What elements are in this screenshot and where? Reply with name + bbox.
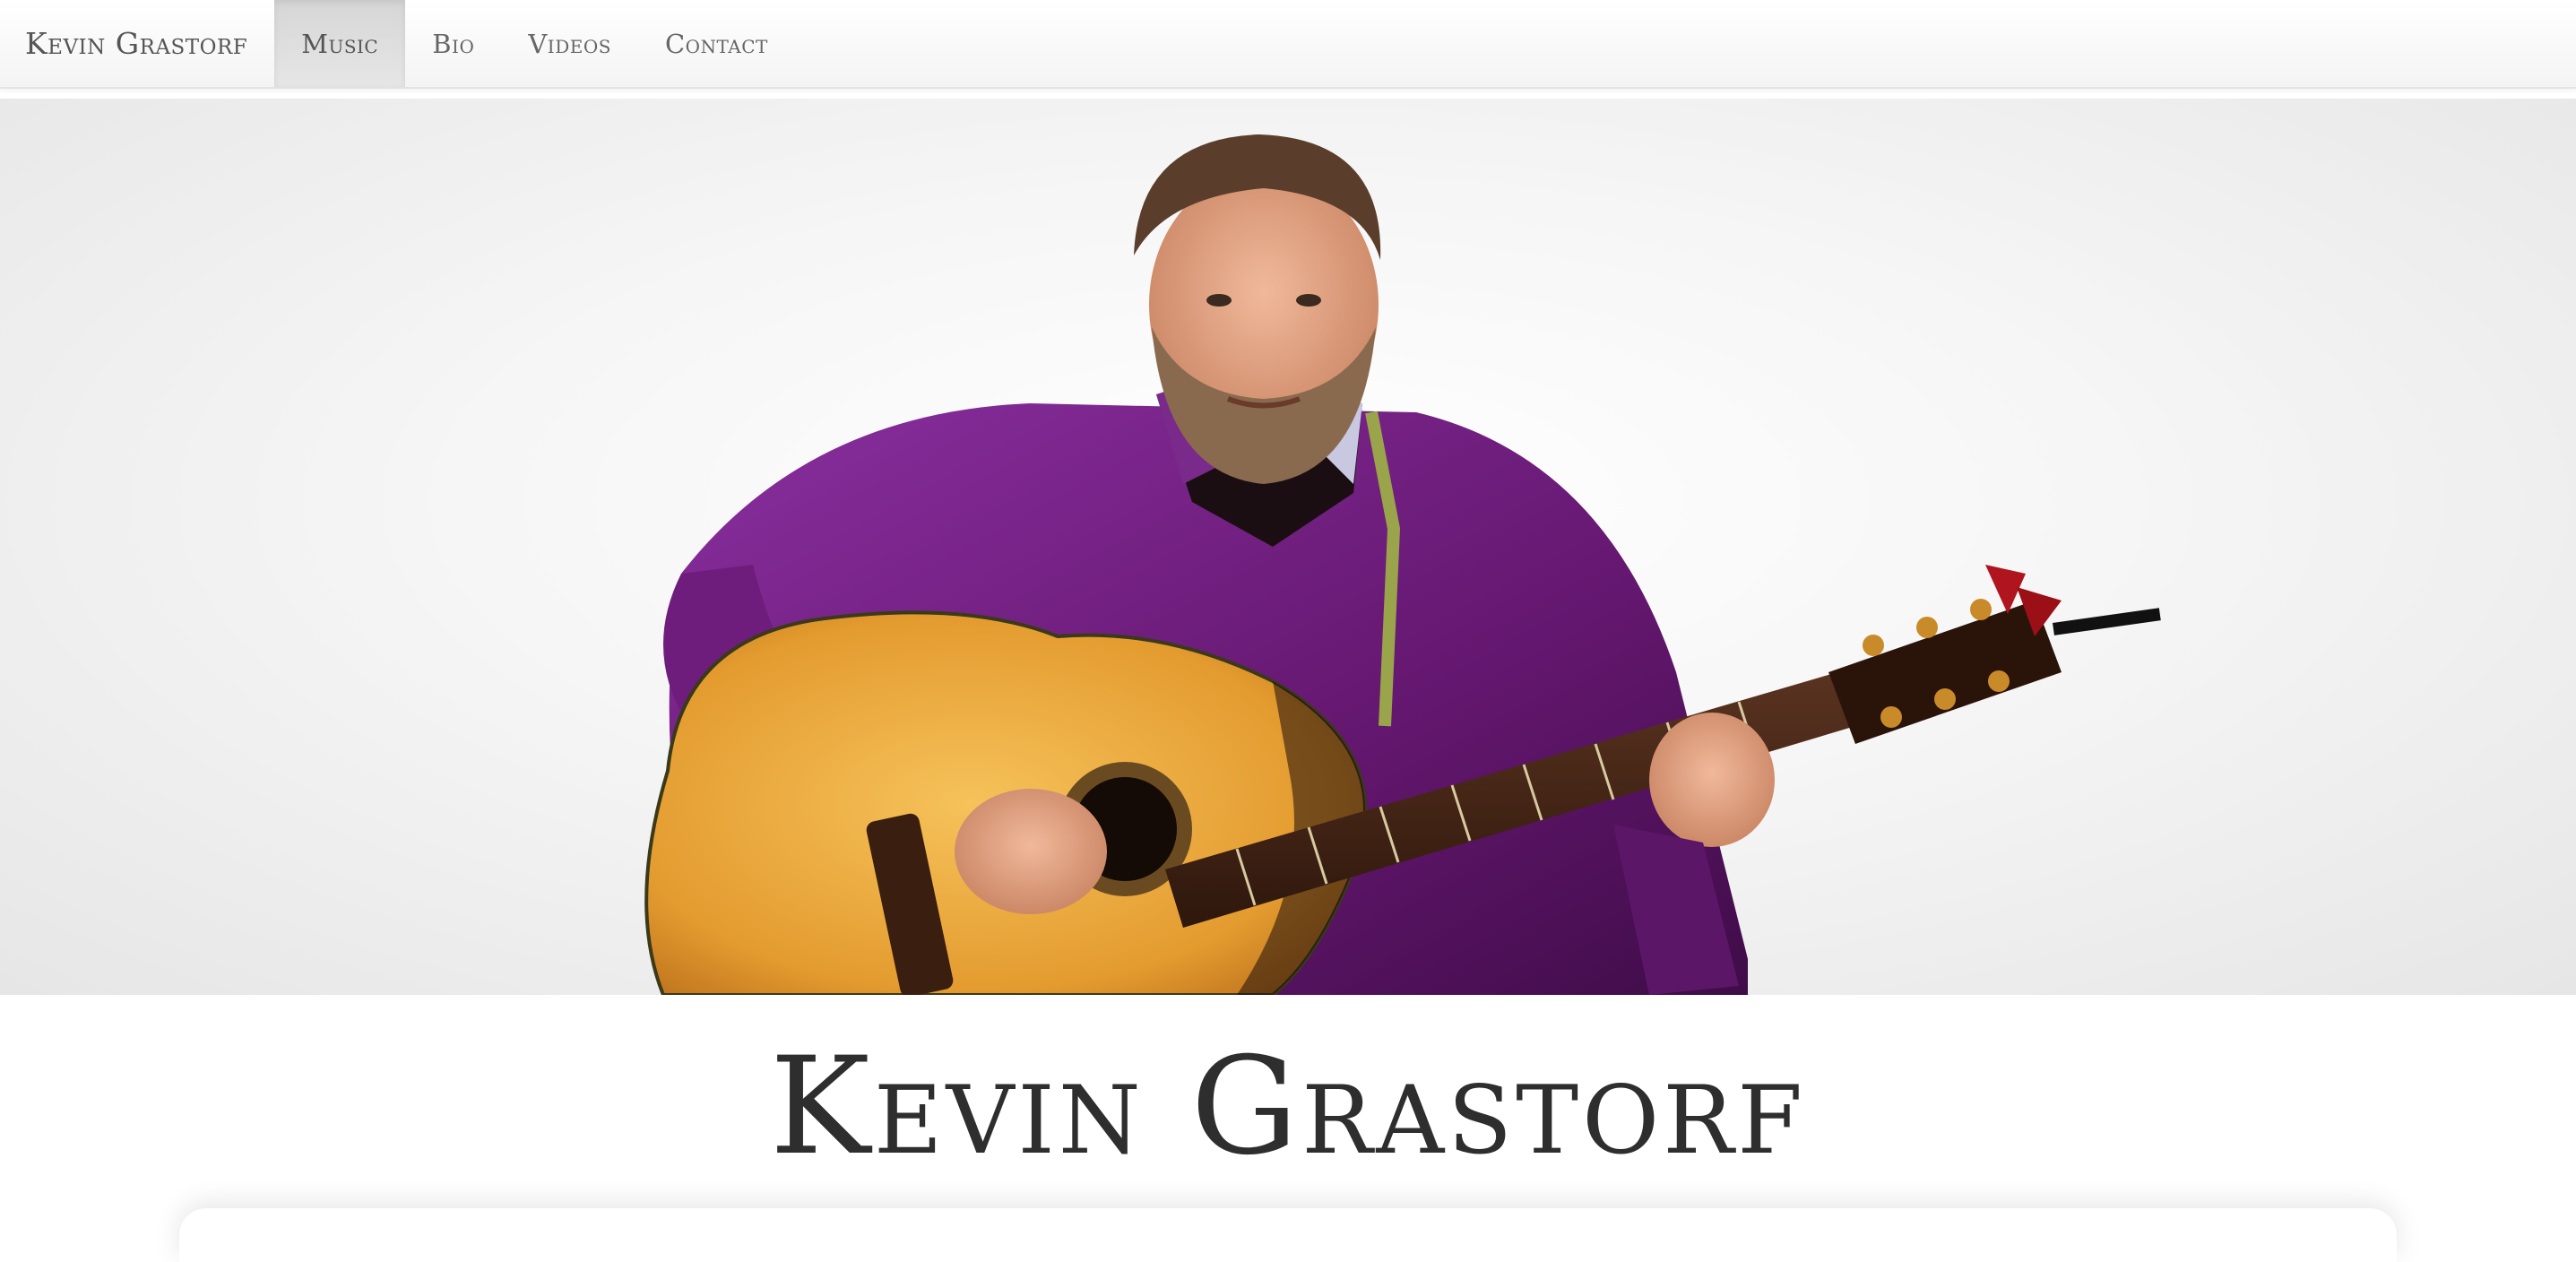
brand-link[interactable]: Kevin Grastorf: [0, 0, 274, 87]
nav-item-contact[interactable]: Contact: [638, 0, 795, 87]
nav-item-music[interactable]: Music: [274, 0, 406, 87]
page-title: Kevin Grastorf: [769, 1029, 1807, 1185]
hero-banner: [0, 99, 2576, 995]
nav-item-videos[interactable]: Videos: [501, 0, 638, 87]
nav-menu: Music Bio Videos Contact: [274, 0, 795, 87]
content-panel-top: [179, 1208, 2397, 1262]
top-navbar: Kevin Grastorf Music Bio Videos Contact: [0, 0, 2576, 89]
hero-photo-musician-with-guitar: [644, 134, 2161, 995]
nav-item-bio[interactable]: Bio: [405, 0, 501, 87]
